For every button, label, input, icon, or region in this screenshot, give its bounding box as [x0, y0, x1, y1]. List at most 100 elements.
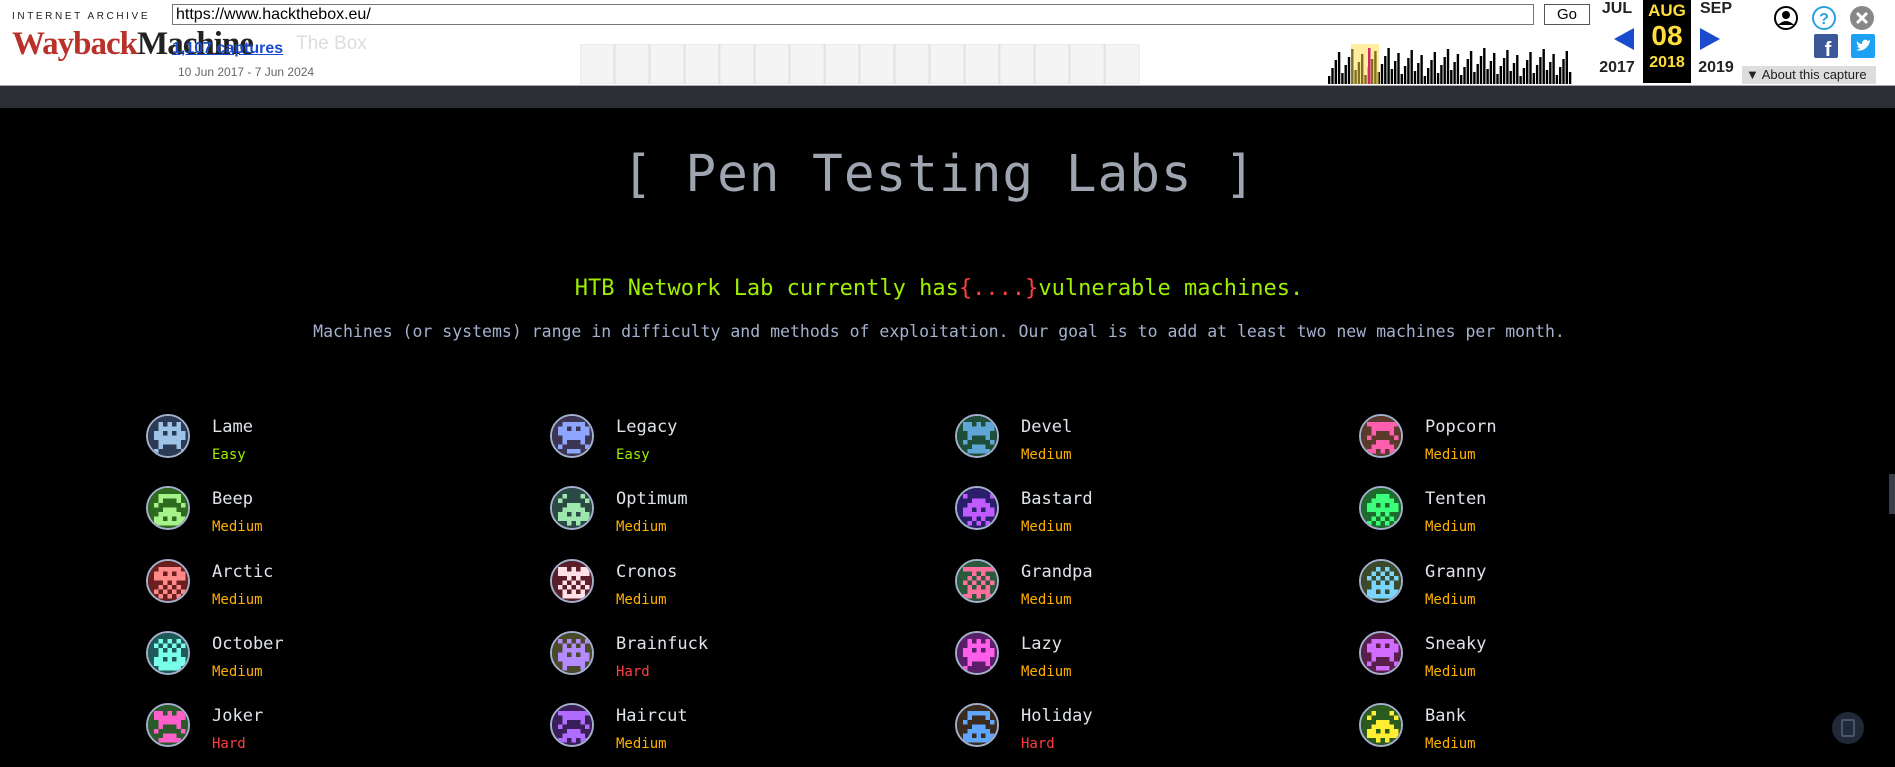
current-month: AUG	[1648, 1, 1686, 20]
tenten-avatar-icon[interactable]	[1359, 486, 1403, 530]
machine-card[interactable]: Grandpa Medium	[955, 559, 1275, 623]
floating-action-button[interactable]	[1832, 712, 1864, 744]
machine-card[interactable]: Lazy Medium	[955, 631, 1275, 695]
machine-name[interactable]: Cronos	[616, 562, 677, 582]
machine-card[interactable]: Optimum Medium	[550, 486, 870, 550]
machine-card[interactable]: Arctic Medium	[146, 559, 466, 623]
prev-capture-arrow-icon[interactable]	[1614, 28, 1634, 50]
joker-avatar-icon[interactable]	[146, 703, 190, 747]
machine-difficulty: Medium	[616, 519, 667, 535]
url-input[interactable]: https://www.hackthebox.eu/	[172, 4, 1534, 25]
cronos-avatar-icon[interactable]	[550, 559, 594, 603]
capture-sparkline[interactable]	[580, 44, 1575, 84]
machine-name[interactable]: Granny	[1425, 562, 1486, 582]
clipboard-icon	[1841, 719, 1855, 737]
devel-avatar-icon[interactable]	[955, 414, 999, 458]
prev-year-label[interactable]: 2017	[1587, 59, 1647, 77]
machine-card[interactable]: Devel Medium	[955, 414, 1275, 478]
lazy-avatar-icon[interactable]	[955, 631, 999, 675]
close-icon[interactable]	[1849, 5, 1875, 31]
next-year-label[interactable]: 2019	[1686, 59, 1746, 77]
page-title: [ Pen Testing Labs ]	[621, 145, 1257, 204]
machine-difficulty: Medium	[1425, 447, 1476, 463]
machine-card[interactable]: Lame Easy	[146, 414, 466, 478]
twitter-icon[interactable]	[1851, 34, 1875, 58]
machine-card[interactable]: Holiday Hard	[955, 703, 1275, 767]
bastard-avatar-icon[interactable]	[955, 486, 999, 530]
machine-card[interactable]: Cronos Medium	[550, 559, 870, 623]
machine-name[interactable]: Bastard	[1021, 489, 1093, 509]
machine-name[interactable]: Lazy	[1021, 634, 1062, 654]
machine-card[interactable]: Brainfuck Hard	[550, 631, 870, 695]
sneaky-avatar-icon[interactable]	[1359, 631, 1403, 675]
user-account-icon[interactable]	[1773, 5, 1799, 31]
about-capture-label: About this capture	[1761, 67, 1867, 82]
machine-name[interactable]: Joker	[212, 706, 263, 726]
next-month-label[interactable]: SEP	[1686, 0, 1746, 18]
machine-difficulty: Medium	[1425, 519, 1476, 535]
machine-difficulty: Medium	[212, 664, 263, 680]
brainfuck-avatar-icon[interactable]	[550, 631, 594, 675]
header-gutter	[0, 86, 1895, 108]
machine-name[interactable]: Beep	[212, 489, 253, 509]
machine-difficulty: Medium	[1021, 519, 1072, 535]
machine-name[interactable]: Holiday	[1021, 706, 1093, 726]
machine-name[interactable]: Brainfuck	[616, 634, 708, 654]
machine-name[interactable]: October	[212, 634, 284, 654]
prev-month-label[interactable]: JUL	[1587, 0, 1647, 18]
machine-card[interactable]: Popcorn Medium	[1359, 414, 1679, 478]
machine-difficulty: Medium	[1425, 664, 1476, 680]
machine-difficulty: Easy	[212, 447, 246, 463]
holiday-avatar-icon[interactable]	[955, 703, 999, 747]
machine-card[interactable]: Tenten Medium	[1359, 486, 1679, 550]
machine-name[interactable]: Sneaky	[1425, 634, 1486, 654]
machine-name[interactable]: Tenten	[1425, 489, 1486, 509]
machine-name[interactable]: Haircut	[616, 706, 688, 726]
machine-difficulty: Hard	[212, 736, 246, 752]
optimum-avatar-icon[interactable]	[550, 486, 594, 530]
machine-name[interactable]: Legacy	[616, 417, 677, 437]
wayback-toolbar: INTERNET ARCHIVE WaybackMachine https://…	[0, 0, 1895, 86]
machine-name[interactable]: Popcorn	[1425, 417, 1497, 437]
machine-card[interactable]: Granny Medium	[1359, 559, 1679, 623]
ghost-page-title: The Box	[296, 33, 367, 54]
machine-card[interactable]: October Medium	[146, 631, 466, 695]
current-year: 2018	[1649, 54, 1685, 71]
machine-card[interactable]: Bank Medium	[1359, 703, 1679, 767]
machine-card[interactable]: Sneaky Medium	[1359, 631, 1679, 695]
popcorn-avatar-icon[interactable]	[1359, 414, 1403, 458]
arctic-avatar-icon[interactable]	[146, 559, 190, 603]
next-capture-arrow-icon[interactable]	[1700, 28, 1720, 50]
machine-name[interactable]: Devel	[1021, 417, 1072, 437]
bank-avatar-icon[interactable]	[1359, 703, 1403, 747]
main-content: [ Pen Testing Labs ] HTB Network Lab cur…	[0, 108, 1895, 752]
machine-difficulty: Medium	[212, 592, 263, 608]
about-this-capture[interactable]: ▼ About this capture	[1742, 66, 1876, 84]
machine-card[interactable]: Bastard Medium	[955, 486, 1275, 550]
beep-avatar-icon[interactable]	[146, 486, 190, 530]
machine-card[interactable]: Haircut Medium	[550, 703, 870, 767]
granny-avatar-icon[interactable]	[1359, 559, 1403, 603]
current-capture-date: AUG 08 2018	[1643, 0, 1691, 83]
october-avatar-icon[interactable]	[146, 631, 190, 675]
machine-name[interactable]: Arctic	[212, 562, 273, 582]
haircut-avatar-icon[interactable]	[550, 703, 594, 747]
scrollbar-marker[interactable]	[1889, 474, 1895, 514]
lame-avatar-icon[interactable]	[146, 414, 190, 458]
machine-name[interactable]: Optimum	[616, 489, 688, 509]
go-button[interactable]: Go	[1544, 4, 1590, 25]
grandpa-avatar-icon[interactable]	[955, 559, 999, 603]
captures-link[interactable]: 1,107 captures	[172, 40, 283, 58]
machine-card[interactable]: Joker Hard	[146, 703, 466, 767]
current-day: 08	[1651, 20, 1683, 51]
machine-name[interactable]: Bank	[1425, 706, 1466, 726]
facebook-icon[interactable]: f	[1814, 34, 1838, 58]
machine-card[interactable]: Legacy Easy	[550, 414, 870, 478]
machine-name[interactable]: Lame	[212, 417, 253, 437]
machine-card[interactable]: Beep Medium	[146, 486, 466, 550]
machine-difficulty: Easy	[616, 447, 650, 463]
machine-difficulty: Medium	[1425, 592, 1476, 608]
help-icon[interactable]: ?	[1811, 5, 1837, 31]
legacy-avatar-icon[interactable]	[550, 414, 594, 458]
machine-name[interactable]: Grandpa	[1021, 562, 1093, 582]
